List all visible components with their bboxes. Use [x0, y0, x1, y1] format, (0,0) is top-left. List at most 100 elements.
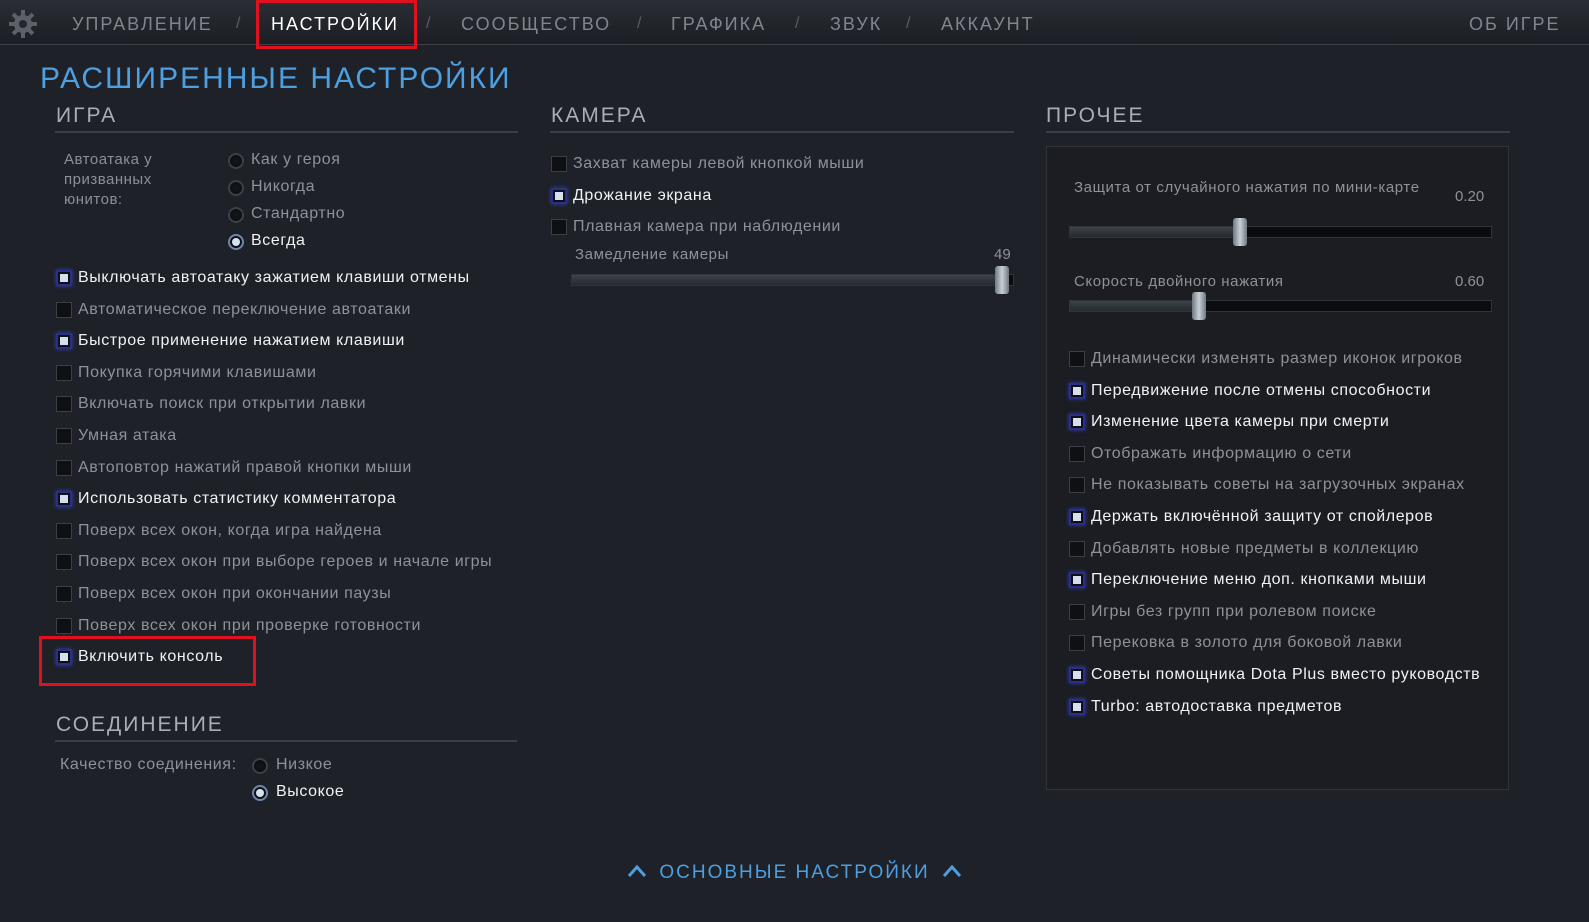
nav-separator: /	[637, 15, 642, 32]
other-checkbox-label[interactable]: Turbo: автодоставка предметов	[1091, 698, 1342, 716]
game-checkbox[interactable]	[56, 396, 72, 413]
gear-icon[interactable]	[8, 9, 38, 39]
other-checkbox[interactable]	[1069, 509, 1085, 525]
game-checkbox-label[interactable]: Умная атака	[78, 427, 177, 445]
game-checkbox-label[interactable]: Использовать статистику комментатора	[78, 490, 396, 508]
game-checkbox-label[interactable]: Покупка горячими клавишами	[78, 364, 316, 382]
minimap-protection-label: Защита от случайного нажатия по мини-кар…	[1074, 179, 1420, 196]
autoattack-radio-2[interactable]	[228, 207, 244, 223]
game-checkbox[interactable]	[56, 364, 72, 381]
game-checkbox[interactable]	[56, 270, 72, 286]
game-checkbox[interactable]	[56, 301, 72, 318]
game-checkbox-label[interactable]: Выключать автоатаку зажатием клавиши отм…	[78, 269, 470, 287]
game-checkbox[interactable]	[56, 428, 72, 444]
game-checkbox-label[interactable]: Поверх всех окон при выборе героев и нач…	[78, 553, 492, 571]
section-title-game: ИГРА	[56, 104, 118, 127]
game-checkbox-label[interactable]: Поверх всех окон, когда игра найдена	[78, 522, 382, 540]
other-checkbox-label[interactable]: Не показывать советы на загрузочных экра…	[1091, 476, 1465, 494]
double-tap-speed-slider[interactable]	[1069, 292, 1492, 320]
game-checkbox[interactable]	[56, 491, 72, 508]
other-checkbox-label[interactable]: Советы помощника Dota Plus вместо руково…	[1091, 666, 1480, 684]
game-checkbox[interactable]	[56, 459, 72, 476]
section-divider	[55, 131, 518, 133]
other-checkbox-label[interactable]: Перековка в золото для боковой лавки	[1091, 634, 1402, 652]
section-divider	[1046, 131, 1510, 133]
camera-checkbox-label[interactable]: Захват камеры левой кнопкой мыши	[573, 155, 864, 173]
connection-quality-option-label[interactable]: Низкое	[276, 756, 332, 774]
tab-community[interactable]: СООБЩЕСТВО	[461, 0, 611, 44]
top-nav-bar: УПРАВЛЕНИЕ / НАСТРОЙКИ / СООБЩЕСТВО / ГР…	[0, 0, 1589, 45]
game-checkbox-label[interactable]: Поверх всех окон при проверке готовности	[78, 617, 421, 635]
connection-quality-option-label[interactable]: Высокое	[276, 783, 344, 801]
camera-checkbox-label[interactable]: Дрожание экрана	[573, 187, 712, 205]
game-checkbox-label[interactable]: Включать поиск при открытии лавки	[78, 395, 366, 413]
connection-quality-label: Качество соединения:	[60, 756, 237, 773]
game-checkbox[interactable]	[56, 586, 72, 602]
slider-thumb[interactable]	[1192, 292, 1206, 320]
other-checkbox-label[interactable]: Переключение меню доп. кнопками мыши	[1091, 571, 1427, 589]
other-checkbox[interactable]	[1069, 698, 1085, 715]
game-checkbox[interactable]	[56, 333, 72, 350]
autoattack-option-label[interactable]: Никогда	[251, 178, 315, 196]
other-panel	[1046, 146, 1509, 790]
other-checkbox-label[interactable]: Держать включённой защиту от спойлеров	[1091, 508, 1433, 526]
tab-account[interactable]: АККАУНТ	[941, 0, 1035, 44]
game-checkbox[interactable]	[56, 522, 72, 539]
minimap-protection-value: 0.20	[1455, 188, 1485, 205]
slider-thumb[interactable]	[995, 266, 1009, 294]
other-checkbox[interactable]	[1069, 477, 1085, 494]
slider-thumb[interactable]	[1233, 218, 1247, 246]
section-divider	[550, 131, 1014, 133]
tab-controls[interactable]: УПРАВЛЕНИЕ	[72, 0, 213, 44]
autoattack-option-label[interactable]: Стандартно	[251, 205, 345, 223]
slider-fill	[1070, 301, 1199, 311]
other-checkbox[interactable]	[1069, 414, 1085, 431]
autoattack-option-label[interactable]: Как у героя	[251, 151, 341, 169]
other-checkbox[interactable]	[1069, 667, 1085, 683]
game-checkbox-label[interactable]: Автоматическое переключение автоатаки	[78, 301, 411, 319]
nav-separator: /	[795, 15, 800, 32]
camera-checkbox[interactable]	[551, 187, 567, 204]
game-checkbox-label[interactable]: Автоповтор нажатий правой кнопки мыши	[78, 459, 412, 477]
camera-slowdown-slider[interactable]	[571, 266, 1014, 294]
other-checkbox[interactable]	[1069, 445, 1085, 462]
section-divider	[55, 740, 517, 742]
other-checkbox-label[interactable]: Изменение цвета камеры при смерти	[1091, 413, 1389, 431]
other-checkbox[interactable]	[1069, 572, 1085, 589]
nav-separator: /	[906, 15, 911, 32]
other-checkbox[interactable]	[1069, 635, 1085, 652]
camera-checkbox-label[interactable]: Плавная камера при наблюдении	[573, 218, 841, 236]
basic-settings-link[interactable]: ОСНОВНЫЕ НАСТРОЙКИ	[0, 862, 1589, 884]
autoattack-option-label[interactable]: Всегда	[251, 232, 306, 250]
camera-checkbox[interactable]	[551, 156, 567, 172]
other-checkbox[interactable]	[1069, 603, 1085, 620]
autoattack-label: Автоатака у призванных юнитов:	[64, 151, 153, 208]
basic-settings-label: ОСНОВНЫЕ НАСТРОЙКИ	[659, 862, 930, 883]
game-checkbox[interactable]	[56, 617, 72, 634]
autoattack-radio-1[interactable]	[228, 180, 244, 196]
connection-quality-radio-1[interactable]	[252, 785, 268, 801]
section-title-camera: КАМЕРА	[551, 104, 648, 127]
tab-sound[interactable]: ЗВУК	[830, 0, 882, 44]
game-checkbox-label[interactable]: Быстрое применение нажатием клавиши	[78, 332, 405, 350]
other-checkbox-label[interactable]: Передвижение после отмены способности	[1091, 382, 1431, 400]
chevron-up-icon	[942, 862, 962, 884]
nav-separator: /	[426, 15, 431, 32]
other-checkbox-label[interactable]: Динамически изменять размер иконок игрок…	[1091, 350, 1463, 368]
other-checkbox[interactable]	[1069, 540, 1085, 557]
tab-graphics[interactable]: ГРАФИКА	[671, 0, 766, 44]
other-checkbox[interactable]	[1069, 382, 1085, 399]
other-checkbox-label[interactable]: Отображать информацию о сети	[1091, 445, 1352, 463]
game-checkbox[interactable]	[56, 554, 72, 571]
autoattack-radio-3[interactable]	[228, 234, 244, 250]
game-checkbox-label[interactable]: Поверх всех окон при окончании паузы	[78, 585, 391, 603]
camera-checkbox[interactable]	[551, 219, 567, 236]
tab-about[interactable]: ОБ ИГРЕ	[1469, 0, 1561, 44]
minimap-protection-slider[interactable]	[1069, 218, 1492, 246]
connection-quality-radio-0[interactable]	[252, 758, 268, 774]
autoattack-radio-0[interactable]	[228, 153, 244, 169]
other-checkbox-label[interactable]: Добавлять новые предметы в коллекцию	[1091, 540, 1419, 558]
highlight-box	[256, 0, 417, 49]
other-checkbox[interactable]	[1069, 351, 1085, 367]
other-checkbox-label[interactable]: Игры без групп при ролевом поиске	[1091, 603, 1377, 621]
